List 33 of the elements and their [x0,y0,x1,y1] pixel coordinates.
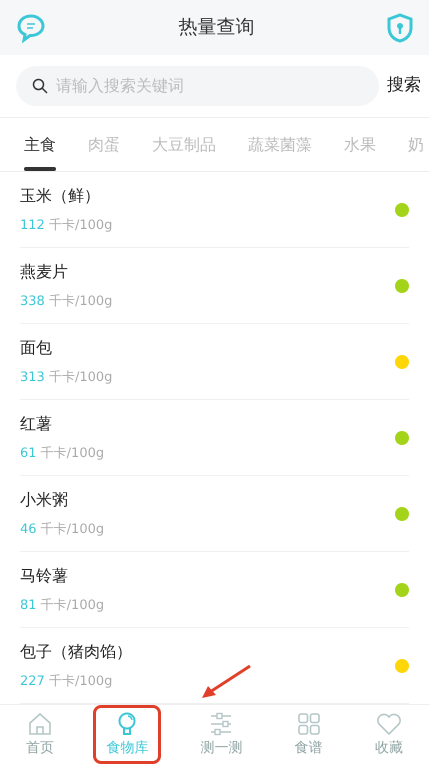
calorie-text: 81 千卡/100g [20,596,104,615]
food-name[interactable]: 燕麦片 [20,260,112,284]
search-field[interactable]: 请输入搜索关键词 [16,66,379,106]
callout-arrow [202,664,251,698]
food-name[interactable]: 马铃薯 [20,564,104,588]
calorie-text: 112 千卡/100g [20,216,112,235]
food-name[interactable]: 红薯 [20,412,104,436]
nav-tab[interactable]: 食物库 [96,708,158,761]
page-title: 热量查询 [178,15,254,40]
chat-icon[interactable] [16,12,46,42]
food-name[interactable]: 面包 [20,336,112,360]
nav-tab[interactable]: 收藏 [364,708,413,761]
search-placeholder: 请输入搜索关键词 [56,75,184,97]
category-tab[interactable]: 肉蛋 [88,118,120,171]
category-tab[interactable]: 奶 [408,118,424,171]
category-tab[interactable]: 水果 [344,118,376,171]
calorie-text: 313 千卡/100g [20,368,112,387]
category-tab[interactable]: 蔬菜菌藻 [248,118,312,171]
nav-tab[interactable]: 首页 [16,708,64,761]
shield-icon[interactable] [387,12,413,42]
calorie-text: 61 千卡/100g [20,444,104,463]
nav-tab[interactable]: 食谱 [284,708,333,761]
food-name[interactable]: 玉米（鲜） [20,184,112,208]
category-tab[interactable]: 主食 [24,118,56,171]
calorie-text: 338 千卡/100g [20,292,112,311]
search-button[interactable]: 搜索 [387,73,421,99]
calorie-text: 227 千卡/100g [20,672,114,691]
food-name[interactable]: 包子（猪肉馅） [20,640,132,664]
food-name[interactable]: 小米粥 [20,488,104,512]
search-icon [32,78,48,94]
nav-tab[interactable]: 测一测 [190,708,252,761]
category-tab[interactable]: 大豆制品 [152,118,216,171]
calorie-text: 46 千卡/100g [20,520,104,539]
